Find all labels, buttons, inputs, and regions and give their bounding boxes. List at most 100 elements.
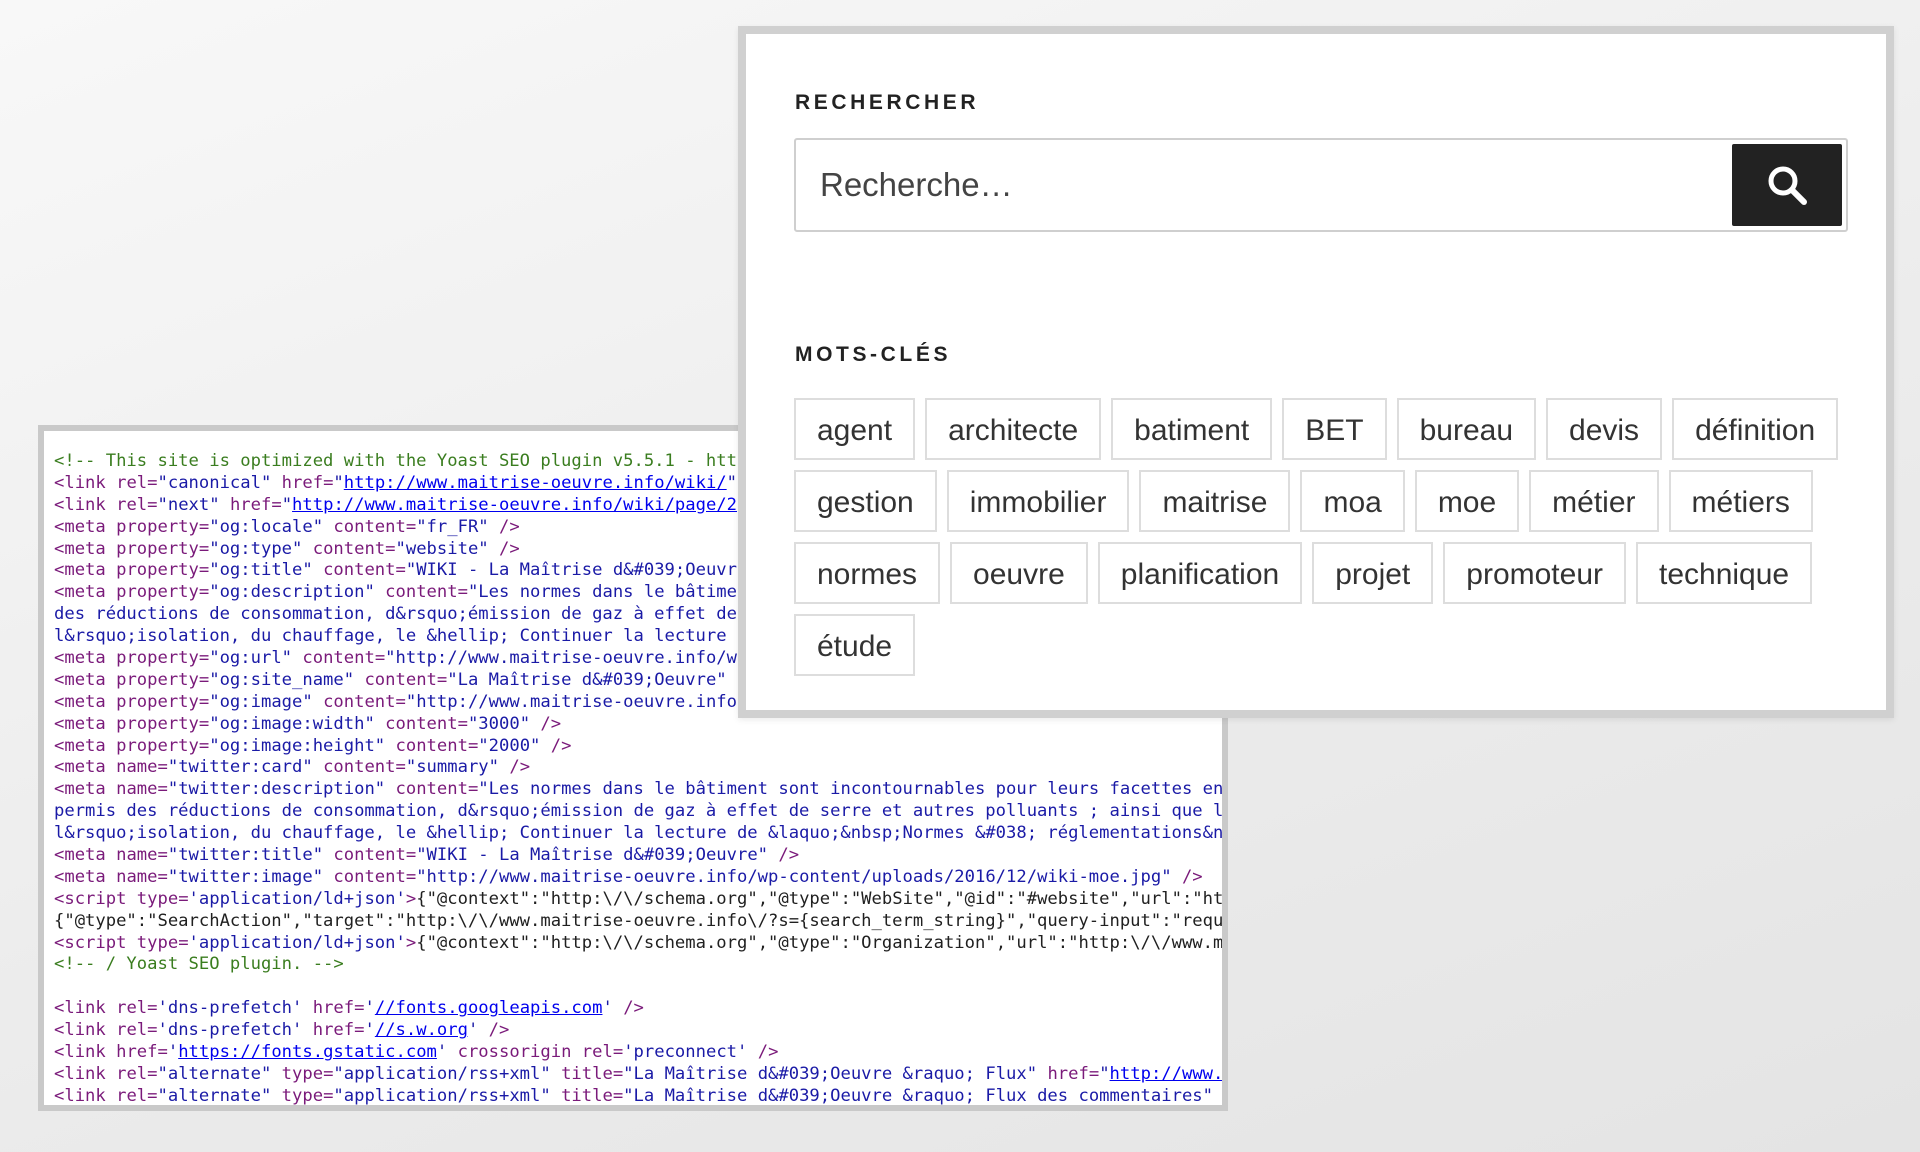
source-code-token: " bbox=[726, 472, 738, 493]
tag-link[interactable]: métier bbox=[1529, 470, 1659, 532]
source-code-token: "application/rss+xml" bbox=[333, 1063, 551, 1084]
source-code-token: "application/rss+xml" bbox=[333, 1085, 551, 1106]
source-code-token: ' bbox=[602, 998, 613, 1019]
tag-link[interactable]: agent bbox=[794, 398, 916, 460]
search-button[interactable] bbox=[1732, 144, 1842, 226]
tag-link[interactable]: métiers bbox=[1668, 470, 1813, 532]
source-code-token: " bbox=[1099, 1063, 1110, 1084]
source-code-token: "og:type" bbox=[209, 538, 303, 559]
source-code-token: "og:image:width" bbox=[209, 713, 375, 734]
source-code-token: content= bbox=[374, 582, 468, 603]
tag-link[interactable]: promoteur bbox=[1443, 542, 1626, 604]
source-code-token: "canonical" bbox=[157, 472, 272, 493]
source-code-token: "http://www.maitrise-oeuvre.info bbox=[405, 691, 737, 712]
source-code-token: permis des réductions de consommation, d… bbox=[54, 801, 1222, 822]
tag-link[interactable]: normes bbox=[794, 542, 941, 604]
source-code-token: /> bbox=[768, 845, 800, 866]
source-code-link[interactable]: https://fonts.gstatic.com bbox=[178, 1042, 437, 1062]
source-code-token: name= bbox=[116, 866, 168, 887]
tag-link[interactable]: moe bbox=[1414, 470, 1520, 532]
source-code-token: <meta bbox=[54, 691, 117, 712]
tag-link[interactable]: immobilier bbox=[946, 470, 1130, 532]
source-code-token: <meta bbox=[54, 538, 117, 559]
source-code-token: <!-- / Yoast SEO plugin. --> bbox=[54, 954, 344, 975]
search-icon bbox=[1765, 163, 1809, 207]
source-code-token: /> bbox=[612, 998, 644, 1019]
source-code-token: content= bbox=[385, 779, 479, 800]
source-code-line: <link rel="alternate" type="application/… bbox=[54, 1085, 1222, 1106]
source-code-token: "fr_FR" bbox=[416, 516, 489, 537]
tag-cloud: agent architecte batiment BET bureau devis déf… bbox=[794, 398, 1854, 676]
source-code-token: 'dns-prefetch' bbox=[157, 998, 303, 1019]
source-code-token: "La Maîtrise d&#039;Oeuvre &raquo; Flux" bbox=[623, 1063, 1038, 1084]
tag-link[interactable]: batiment bbox=[1111, 398, 1273, 460]
source-code-token: "next" bbox=[157, 494, 220, 515]
source-code-token: content= bbox=[385, 735, 479, 756]
tag-link[interactable]: bureau bbox=[1396, 398, 1537, 460]
tag-link[interactable]: gestion bbox=[794, 470, 937, 532]
source-code-token: /> bbox=[478, 1020, 510, 1041]
source-code-token: rel= bbox=[116, 1085, 158, 1106]
source-code-token: ' bbox=[364, 1020, 375, 1041]
tag-link[interactable]: oeuvre bbox=[950, 542, 1088, 604]
source-code-token: /> bbox=[488, 516, 520, 537]
tag-link[interactable]: devis bbox=[1546, 398, 1663, 460]
source-code-token: <link bbox=[54, 1063, 117, 1084]
source-code-line: <link rel='dns-prefetch' href='//s.w.org… bbox=[54, 1020, 1222, 1042]
source-code-token: property= bbox=[116, 648, 210, 669]
source-code-token: property= bbox=[116, 735, 210, 756]
tag-link[interactable]: BET bbox=[1282, 398, 1387, 460]
source-code-token: <meta bbox=[54, 516, 117, 537]
source-code-token: l&rsquo;isolation, du chauffage, le &hel… bbox=[54, 626, 727, 647]
source-code-token: <link bbox=[54, 494, 117, 515]
search-widget-title: RECHERCHER bbox=[795, 91, 980, 114]
source-code-token: "og:title" bbox=[209, 560, 313, 581]
tag-link[interactable]: projet bbox=[1312, 542, 1434, 604]
source-code-line: <meta name="twitter:image" content="http… bbox=[54, 867, 1222, 889]
tag-link[interactable]: planification bbox=[1097, 542, 1303, 604]
source-code-token: {"@context":"http:\/\/schema.org","@type… bbox=[416, 888, 1222, 909]
source-code-token: property= bbox=[116, 516, 210, 537]
search-input[interactable] bbox=[796, 140, 1726, 230]
source-code-link[interactable]: //fonts.googleapis.com bbox=[375, 998, 603, 1018]
source-code-token: title= bbox=[550, 1085, 624, 1106]
source-code-token: " bbox=[281, 494, 293, 515]
source-code-token: href= bbox=[302, 998, 365, 1019]
source-code-token: href= bbox=[219, 494, 282, 515]
source-code-token: content= bbox=[292, 648, 386, 669]
source-code-token: "http://www.maitrise-oeuvre.info/wp-cont… bbox=[416, 866, 1172, 887]
source-code-token: "alternate" bbox=[157, 1063, 272, 1084]
source-code-line: <link rel='dns-prefetch' href='//fonts.g… bbox=[54, 998, 1222, 1020]
source-code-link[interactable]: //s.w.org bbox=[375, 1020, 468, 1040]
source-code-token: name= bbox=[116, 845, 168, 866]
tag-link[interactable]: technique bbox=[1636, 542, 1813, 604]
source-code-token: /> bbox=[540, 735, 572, 756]
source-code-token: content= bbox=[323, 845, 417, 866]
source-code-token: content= bbox=[323, 516, 417, 537]
source-code-token: type= bbox=[271, 1063, 334, 1084]
source-code-line: permis des réductions de consommation, d… bbox=[54, 801, 1222, 823]
source-code-token: "summary" bbox=[405, 757, 499, 778]
source-code-token: <link bbox=[54, 998, 117, 1019]
source-code-token: <meta bbox=[54, 735, 117, 756]
source-code-token: "twitter:title" bbox=[167, 845, 324, 866]
tag-link[interactable]: définition bbox=[1672, 398, 1839, 460]
tag-link[interactable]: maitrise bbox=[1139, 470, 1291, 532]
source-code-token: type= bbox=[271, 1085, 334, 1106]
source-code-token: /> bbox=[530, 713, 562, 734]
source-code-link[interactable]: http://www.m bbox=[1110, 1064, 1222, 1084]
source-code-link[interactable]: http://www.maitrise-oeuvre.info/wiki/pag… bbox=[292, 495, 737, 515]
tag-link[interactable]: étude bbox=[794, 614, 916, 676]
tag-link[interactable]: architecte bbox=[925, 398, 1102, 460]
source-code-token: type= bbox=[136, 932, 189, 953]
source-code-token: h bbox=[1213, 1086, 1222, 1105]
source-code-token: "twitter:image" bbox=[167, 866, 324, 887]
tag-link[interactable]: moa bbox=[1300, 470, 1405, 532]
source-code-token: <link bbox=[54, 1020, 117, 1041]
source-code-token: <!-- This site is optimized with the Yoa… bbox=[54, 451, 737, 471]
source-code-token: <meta bbox=[54, 669, 117, 690]
source-code-line: {"@type":"SearchAction","target":"http:\… bbox=[54, 911, 1222, 933]
source-code-token: des réductions de consommation, d&rsquo;… bbox=[54, 604, 737, 625]
source-code-link[interactable]: http://www.maitrise-oeuvre.info/wiki/ bbox=[344, 473, 727, 493]
source-code-token: "WIKI - La Maîtrise d&#039;Oeuvr bbox=[405, 560, 737, 581]
